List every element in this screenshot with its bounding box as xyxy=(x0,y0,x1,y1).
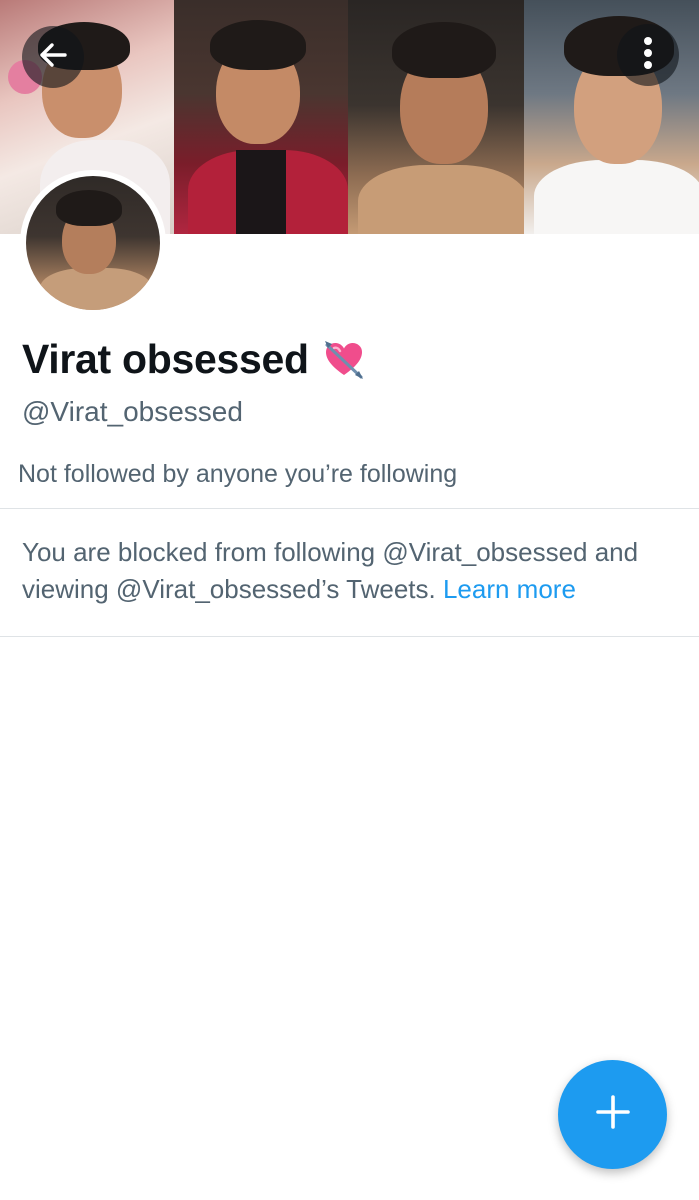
profile-avatar[interactable] xyxy=(20,170,166,316)
profile-screen: Virat obsessed @Virat_obsessed Not follo… xyxy=(0,0,699,1200)
banner-photo-3 xyxy=(348,0,524,234)
learn-more-link[interactable]: Learn more xyxy=(443,574,576,604)
avatar-image xyxy=(26,176,160,310)
more-options-button[interactable] xyxy=(617,24,679,86)
user-handle: @Virat_obsessed xyxy=(22,396,243,427)
banner-photo-4 xyxy=(524,0,699,234)
compose-tweet-button[interactable] xyxy=(558,1060,667,1169)
banner-photo-2 xyxy=(174,0,348,234)
plus-icon xyxy=(594,1093,632,1136)
display-name: Virat obsessed xyxy=(22,336,365,383)
followers-you-know-note: Not followed by anyone you’re following xyxy=(18,460,458,488)
heart-with-arrow-icon xyxy=(323,339,365,381)
display-name-text: Virat obsessed xyxy=(22,336,309,382)
divider xyxy=(0,508,699,509)
back-button[interactable] xyxy=(22,26,84,88)
back-arrow-icon xyxy=(36,38,70,77)
divider xyxy=(0,636,699,637)
blocked-message: You are blocked from following @Virat_ob… xyxy=(22,534,682,608)
more-vertical-icon xyxy=(642,35,654,76)
